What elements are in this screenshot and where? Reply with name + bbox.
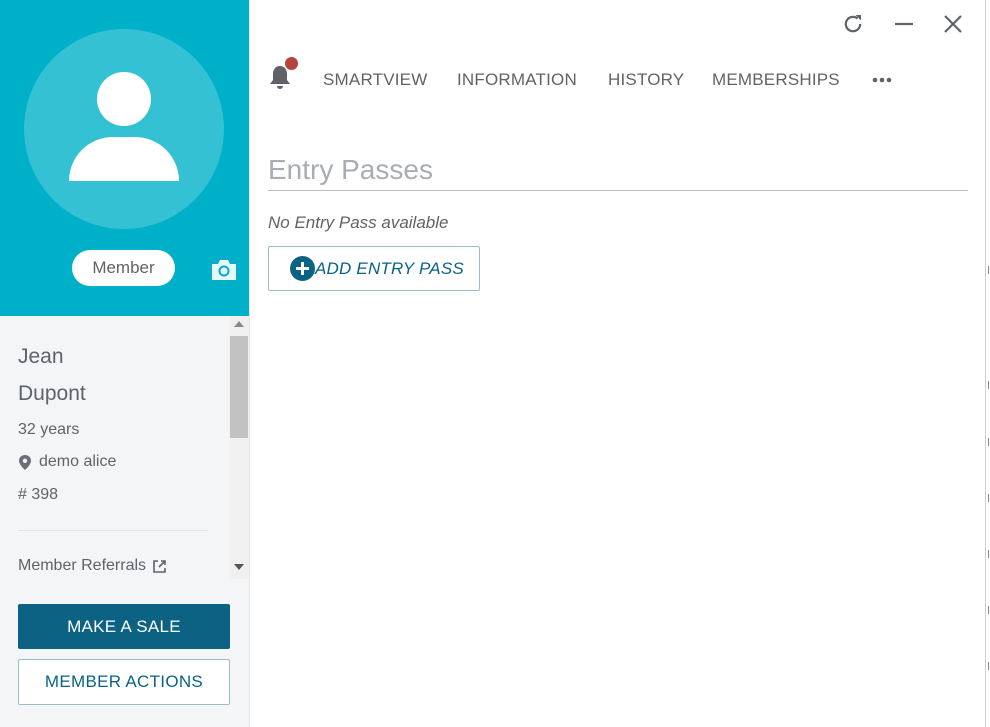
member-referrals-link[interactable]: Member Referrals	[18, 557, 167, 575]
tab-information[interactable]: INFORMATION	[457, 70, 577, 90]
tab-history[interactable]: HISTORY	[608, 70, 684, 90]
member-status-badge: Member	[72, 250, 175, 286]
member-last-name: Dupont	[18, 382, 86, 405]
member-number: # 398	[18, 486, 59, 503]
member-detail-panel	[249, 0, 985, 727]
more-icon[interactable]	[870, 71, 894, 89]
person-avatar-body	[69, 137, 179, 181]
member-actions-button[interactable]: MEMBER ACTIONS	[18, 659, 230, 705]
minimize-icon[interactable]	[892, 12, 916, 36]
plus-circle-icon	[290, 256, 315, 281]
section-divider	[268, 190, 968, 191]
divider	[18, 530, 208, 531]
background-row-mark	[986, 381, 989, 389]
avatar[interactable]	[24, 29, 224, 229]
member-sidebar: Member Jean Dupont 32 years demo alice #…	[0, 0, 249, 727]
scroll-down-arrow-icon[interactable]	[234, 564, 244, 570]
background-row-mark	[986, 438, 989, 446]
close-icon[interactable]	[941, 12, 965, 36]
person-avatar-icon	[97, 72, 151, 126]
background-row-mark	[986, 550, 989, 558]
member-referrals-label: Member Referrals	[18, 557, 147, 574]
profile-header: Member	[0, 0, 249, 316]
map-pin-icon	[19, 454, 31, 470]
tab-memberships[interactable]: MEMBERSHIPS	[712, 70, 840, 90]
camera-icon[interactable]	[210, 258, 238, 282]
tab-smartview[interactable]: SMARTVIEW	[323, 70, 427, 90]
make-a-sale-button[interactable]: MAKE A SALE	[18, 604, 230, 649]
background-row-mark	[986, 494, 989, 502]
sidebar-scrollbar[interactable]	[229, 316, 249, 579]
member-age: 32 years	[18, 421, 80, 438]
member-location: demo alice	[18, 453, 116, 471]
notification-badge	[285, 57, 298, 70]
refresh-icon[interactable]	[841, 12, 865, 36]
background-row-mark	[986, 606, 989, 614]
background-window-edge	[985, 0, 990, 727]
add-entry-pass-button[interactable]: ADD ENTRY PASS	[268, 246, 480, 291]
background-row-mark	[986, 662, 989, 670]
empty-state-message: No Entry Pass available	[268, 213, 449, 232]
section-title: Entry Passes	[268, 154, 433, 185]
background-row-mark	[986, 266, 989, 274]
external-link-icon	[153, 559, 166, 573]
member-first-name: Jean	[18, 345, 64, 368]
scrollbar-thumb[interactable]	[230, 336, 248, 438]
location-label: demo alice	[39, 453, 117, 470]
add-entry-pass-label: ADD ENTRY PASS	[315, 258, 464, 278]
scroll-up-arrow-icon[interactable]	[234, 321, 244, 327]
